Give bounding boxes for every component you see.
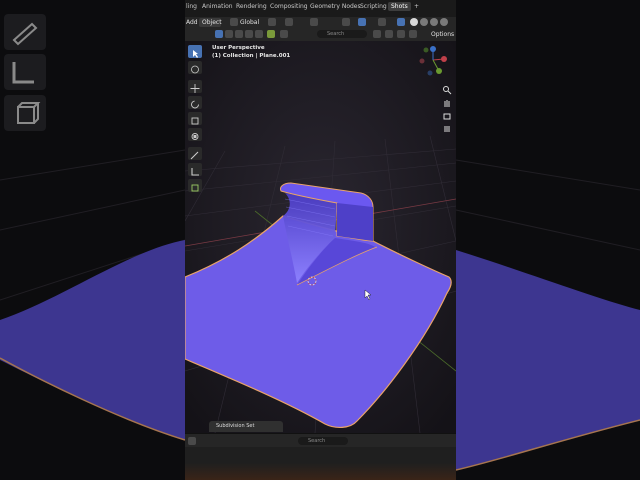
blurred-measure-tool <box>4 54 46 90</box>
tab-shots[interactable]: Shots <box>388 2 411 11</box>
overlay-icon[interactable] <box>378 18 386 26</box>
restrict-icon[interactable] <box>385 30 393 38</box>
measure-tool-button[interactable] <box>188 163 202 176</box>
bottom-glow <box>185 463 456 480</box>
menu-object[interactable]: Object <box>202 19 222 26</box>
select-intersect-icon[interactable] <box>255 30 263 38</box>
hand-icon[interactable] <box>442 98 452 108</box>
last-operator-label: Subdivision Set <box>216 423 255 429</box>
measure-icon <box>191 168 199 176</box>
select-subtract-icon[interactable] <box>235 30 243 38</box>
object-icon[interactable] <box>267 30 275 38</box>
x-axis-icon[interactable] <box>441 56 447 62</box>
solid-shading-icon[interactable] <box>410 18 418 26</box>
material-shading-icon[interactable] <box>420 18 428 26</box>
snap-icon[interactable] <box>285 18 293 26</box>
select-tool-button[interactable] <box>188 45 202 58</box>
select-extend-icon[interactable] <box>225 30 233 38</box>
filter-icon[interactable] <box>373 30 381 38</box>
add-cube-icon <box>191 184 199 192</box>
shield-icon[interactable] <box>409 30 417 38</box>
annotate-tool-button[interactable] <box>188 147 202 160</box>
viewport-header: Add Object Global <box>185 17 456 28</box>
blurred-annotate-tool <box>4 14 46 50</box>
select-invert-icon[interactable] <box>245 30 253 38</box>
add-cube-tool-button[interactable] <box>188 179 202 192</box>
footer-search-input[interactable]: Search <box>298 437 348 445</box>
pencil-icon <box>12 22 38 46</box>
visibility-icon[interactable] <box>342 18 350 26</box>
gizmo-icon[interactable] <box>358 18 366 26</box>
tab-rendering[interactable]: Rendering <box>236 3 267 10</box>
add-workspace-button[interactable]: + <box>414 3 419 10</box>
camera-icon[interactable] <box>442 111 452 121</box>
chevron-down-icon[interactable] <box>443 437 451 445</box>
pivot-icon[interactable] <box>268 18 276 26</box>
annotate-icon <box>190 151 199 160</box>
zoom-icon[interactable] <box>442 85 452 95</box>
select-mode-icon[interactable] <box>215 30 223 38</box>
z-axis-icon[interactable] <box>430 46 436 52</box>
viewport-scene <box>185 41 456 433</box>
options-dropdown[interactable]: Options <box>431 31 454 38</box>
3d-viewport[interactable]: User Perspective (1) Collection | Plane.… <box>185 41 456 433</box>
move-icon <box>190 84 200 93</box>
rotate-tool-button[interactable] <box>188 96 202 109</box>
proportional-edit-icon[interactable] <box>310 18 318 26</box>
tab-layout[interactable]: ling <box>186 3 197 10</box>
orientation-icon <box>230 18 238 26</box>
screen-recording-frame: ling Animation Rendering Compositing Geo… <box>0 0 640 480</box>
menu-add[interactable]: Add <box>186 19 198 26</box>
blurred-add-cube-tool <box>4 95 46 131</box>
blender-window: ling Animation Rendering Compositing Geo… <box>185 0 456 480</box>
header-search-input[interactable]: Search <box>317 30 367 38</box>
last-operator-panel[interactable]: Subdivision Set <box>209 421 283 432</box>
move-tool-button[interactable] <box>188 80 202 93</box>
transform-icon <box>191 133 199 140</box>
cursor-icon <box>193 50 198 58</box>
xray-icon[interactable] <box>397 18 405 26</box>
tool-settings-header: Search Options <box>185 28 456 42</box>
crosshair-icon <box>191 65 199 74</box>
cube-icon <box>17 102 41 124</box>
tab-geometry-nodes[interactable]: Geometry Nodes <box>310 3 361 10</box>
rendered-shading-icon[interactable] <box>430 18 438 26</box>
timeline-header: Search <box>185 433 456 448</box>
transform-tool-button[interactable] <box>188 128 202 141</box>
grid-icon[interactable] <box>442 124 452 134</box>
editor-type-icon[interactable] <box>188 437 196 445</box>
orientation-dropdown[interactable]: Global <box>240 19 259 26</box>
collection-info-label: (1) Collection | Plane.001 <box>212 53 291 59</box>
scale-tool-button[interactable] <box>188 112 202 125</box>
scale-icon <box>191 117 199 125</box>
wireframe-shading-icon[interactable] <box>440 18 448 26</box>
tab-scripting[interactable]: Scripting <box>360 3 387 10</box>
tab-animation[interactable]: Animation <box>202 3 233 10</box>
snap-target-icon[interactable] <box>280 30 288 38</box>
tab-compositing[interactable]: Compositing <box>270 3 308 10</box>
navigation-gizmo[interactable] <box>418 45 448 79</box>
workspace-tabs: ling Animation Rendering Compositing Geo… <box>185 0 456 17</box>
link-icon[interactable] <box>397 30 405 38</box>
view-name-label: User Perspective <box>212 45 265 51</box>
rotate-icon <box>191 100 199 109</box>
ruler-icon <box>12 62 34 84</box>
cursor-tool-button[interactable] <box>188 61 202 74</box>
y-axis-icon[interactable] <box>436 68 442 74</box>
